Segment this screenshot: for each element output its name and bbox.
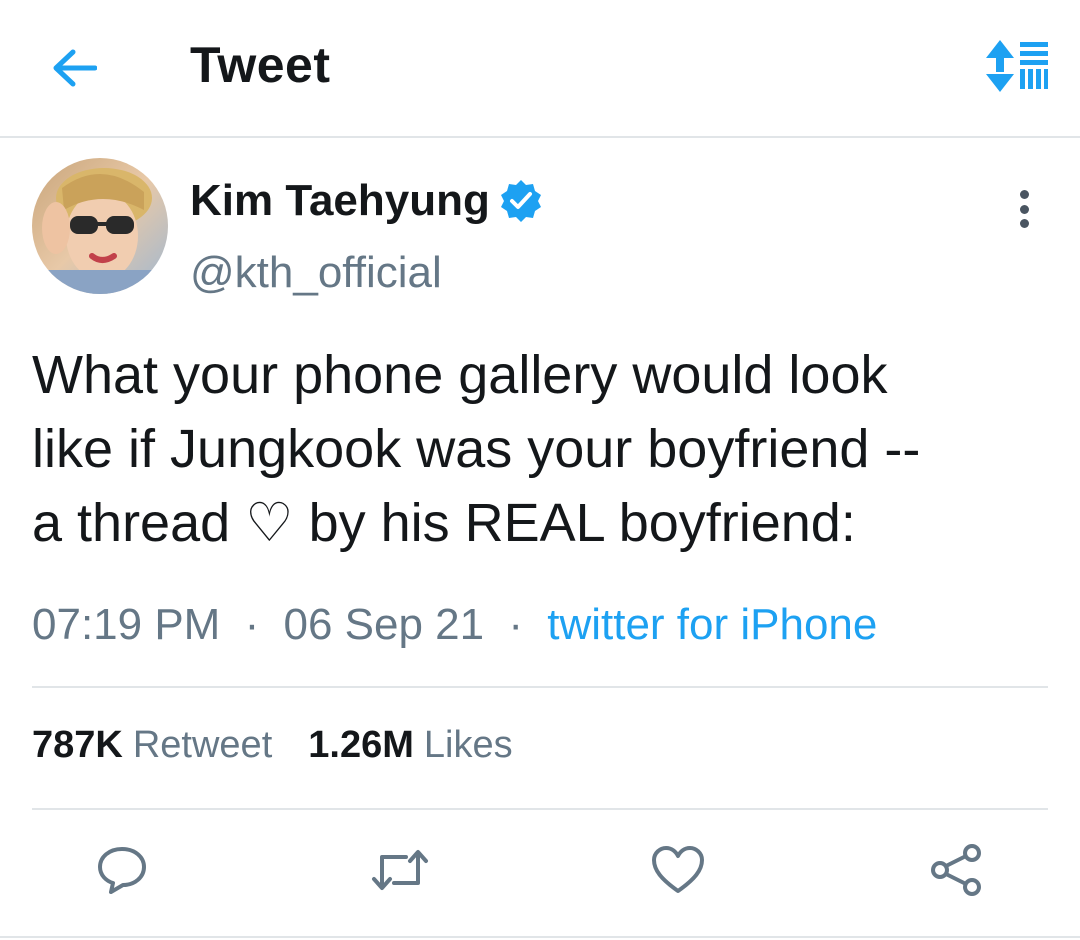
tweet-text-line: a thread ♡ by his REAL boyfriend:: [32, 493, 856, 553]
arrow-left-icon: [53, 49, 97, 87]
top-app-bar: Tweet: [0, 0, 1080, 138]
divider: [32, 686, 1048, 688]
author-name-row[interactable]: Kim Taehyung: [190, 176, 544, 226]
more-dot-icon: [1019, 190, 1029, 199]
verified-badge-icon: [500, 180, 541, 222]
avatar-photo: [32, 158, 168, 294]
tweet-stats: 787K Retweet 1.26M Likes: [32, 724, 549, 767]
tweet-text-line: What your phone gallery would look: [32, 345, 888, 405]
tweet-meta: 07:19 PM · 06 Sep 21 · twitter for iPhon…: [32, 600, 877, 650]
avatar[interactable]: [32, 158, 168, 294]
likes-count: 1.26M: [308, 724, 414, 766]
retweets-count: 787K: [32, 724, 123, 766]
tweet-text: What your phone gallery would look like i…: [32, 338, 1042, 560]
retweets-label: Retweet: [132, 724, 273, 766]
author-handle[interactable]: @kth_official: [190, 248, 442, 298]
meta-separator: ·: [244, 600, 260, 649]
divider: [32, 808, 1048, 810]
author-display-name: Kim Taehyung: [190, 176, 490, 225]
retweets-stat[interactable]: 787K Retweet: [32, 724, 272, 767]
tweet-source-link[interactable]: twitter for iPhone: [547, 600, 877, 649]
likes-stat[interactable]: 1.26M Likes: [308, 724, 512, 767]
more-dot-icon: [1019, 219, 1029, 228]
meta-separator: ·: [508, 600, 523, 649]
like-icon: [652, 846, 704, 893]
likes-label: Likes: [423, 724, 513, 766]
tweet-action-bar: [0, 840, 1080, 910]
tweet-text-line: like if Jungkook was your boyfriend --: [32, 419, 921, 479]
tweet-time: 07:19 PM: [32, 600, 221, 649]
tweet-date: 06 Sep 21: [283, 600, 485, 649]
retweet-button[interactable]: [370, 840, 430, 900]
tweet-detail: Kim Taehyung @kth_official What your pho…: [0, 140, 1080, 940]
share-button[interactable]: [926, 840, 986, 900]
more-dot-icon: [1019, 204, 1029, 214]
like-button[interactable]: [648, 840, 708, 900]
back-button[interactable]: [48, 42, 100, 94]
reply-button[interactable]: [92, 840, 152, 900]
sort-button[interactable]: [980, 36, 1052, 96]
divider: [0, 936, 1080, 938]
sort-list-icon: [986, 40, 1048, 92]
reply-icon: [98, 847, 146, 894]
more-options-button[interactable]: [1004, 184, 1044, 234]
page-title: Tweet: [190, 37, 331, 93]
retweet-icon: [372, 850, 428, 890]
share-icon: [931, 844, 981, 896]
